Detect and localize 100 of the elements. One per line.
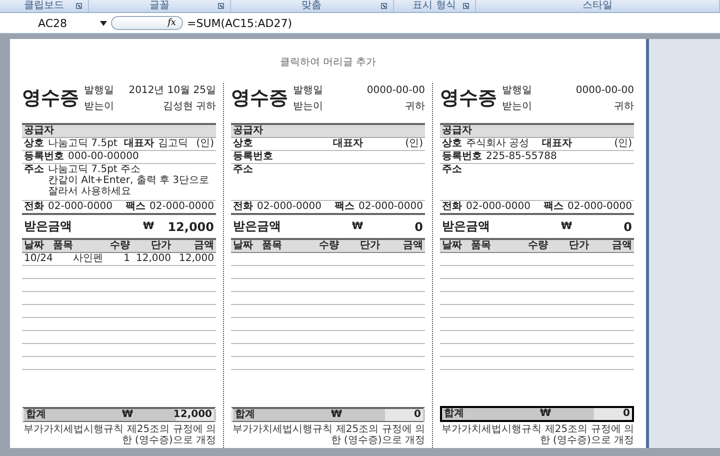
total-row[interactable]: 합계 ₩ 12,000: [22, 407, 216, 422]
amount-label: 받은금액: [24, 218, 73, 235]
header-placeholder[interactable]: 클릭하여 머리글 추가: [280, 55, 376, 69]
amount-label: 받은금액: [442, 218, 491, 235]
field-label: 발행일: [502, 84, 532, 97]
formula-field[interactable]: =SUM(AC15:AD27): [187, 16, 292, 30]
field-label: 발행일: [84, 84, 114, 97]
section-header: 공급자: [22, 123, 216, 138]
field-label: 전화: [24, 201, 44, 213]
amount-value: 12,000: [166, 220, 214, 234]
amount-value: 0: [414, 220, 423, 234]
field-label: 전화: [442, 201, 462, 213]
table-cell-text: 12,000: [135, 253, 171, 265]
issue-date: 0000-00-00: [576, 84, 634, 96]
table-cell-text: 1: [122, 253, 130, 265]
field-label: 받는이: [293, 100, 323, 113]
column-header: 품목: [53, 240, 74, 252]
field-label: 대표자: [542, 138, 572, 150]
phone-number: 02-000-0000: [466, 201, 530, 212]
field-label: 등록번호: [24, 151, 64, 163]
column-header: 수량: [319, 240, 339, 252]
formula-button[interactable]: fx: [111, 16, 183, 30]
ribbon-group-label: 맞춤: [302, 0, 322, 12]
section-header: 공급자: [231, 123, 425, 138]
column-header: 단가: [359, 240, 380, 252]
issue-date: 0000-00-00: [366, 84, 425, 96]
table-cell: 10/24: [24, 253, 50, 265]
seal-mark: (인): [196, 138, 214, 150]
column-header: 날짜: [24, 240, 45, 252]
column-header: 수량: [528, 240, 548, 252]
dropdown-icon[interactable]: [100, 20, 107, 26]
table-cell-text: 12,000: [178, 253, 214, 265]
registration-number: 000-00-00000: [68, 151, 139, 163]
supplier-name: 나눔고딕 7.5pt: [48, 138, 118, 149]
amount-label: 받은금액: [233, 218, 282, 235]
total-row[interactable]: 합계 ₩ 0: [231, 407, 425, 422]
phone-number: 02-000-0000: [257, 201, 322, 212]
field-label: 전화: [233, 201, 253, 213]
amount-value: 0: [622, 220, 632, 234]
field-label: 주소: [233, 164, 253, 176]
field-label: 상호: [24, 138, 44, 150]
field-label: 받는이: [502, 100, 532, 113]
registration-number: 225-85-55788: [486, 151, 557, 163]
fax-number: 02-000-0000: [568, 201, 632, 213]
field-label: 팩스: [126, 201, 146, 213]
recipient-name: 김성현: [162, 100, 193, 113]
column-header: 수량: [110, 240, 130, 252]
column-header: 날짜: [442, 240, 463, 252]
field-label: 대표자: [124, 138, 154, 150]
representative-name: 김고딕: [158, 138, 188, 149]
ribbon-group-label: 글꼴: [149, 0, 170, 12]
honorific: 귀하: [405, 100, 425, 113]
column-header: 단가: [568, 240, 589, 252]
currency-symbol: ₩: [560, 221, 572, 232]
phone-number: 02-000-0000: [48, 201, 112, 212]
currency-symbol: ₩: [142, 221, 154, 232]
field-label: 받는이: [84, 100, 114, 113]
field-label: 등록번호: [233, 151, 273, 163]
ribbon-group-label: 표시 형식: [412, 0, 456, 12]
field-label: 등록번호: [442, 151, 482, 163]
table-cell-text: 사인펜: [72, 253, 104, 265]
currency-symbol: ₩: [352, 221, 363, 232]
field-label: 발행일: [293, 84, 323, 97]
column-header: 금액: [193, 240, 214, 252]
column-header: 금액: [611, 240, 632, 252]
column-header: 품목: [471, 240, 492, 252]
field-label: 주소: [24, 164, 44, 176]
footnote: 부가가치세법시행규칙 제25조의 규정에 의한 (영수증)으로 개정: [232, 423, 425, 448]
dialog-launcher-icon[interactable]: [380, 3, 387, 9]
footnote: 부가가치세법시행규칙 제25조의 규정에 의한 (영수증)으로 개정: [440, 423, 634, 448]
field-label: 대표자: [333, 138, 364, 150]
honorific: 귀하: [196, 100, 216, 113]
ribbon-group-label: 스타일: [582, 0, 612, 12]
column-header: 단가: [150, 240, 171, 252]
issue-date: 2012년 10월 25일: [128, 84, 216, 97]
column-header: 날짜: [233, 240, 254, 252]
supplier-name: 주식회사 공성: [466, 138, 530, 149]
field-label: 팩스: [544, 201, 564, 213]
ribbon-group-label: 클립보드: [24, 0, 64, 12]
column-header: 품목: [262, 240, 283, 252]
dialog-launcher-icon[interactable]: [76, 3, 82, 9]
fax-number: 02-000-0000: [358, 201, 423, 213]
receipt-title: 영수증: [231, 86, 288, 111]
dialog-launcher-icon[interactable]: [218, 3, 224, 9]
column-header: 금액: [402, 240, 423, 252]
receipt-title: 영수증: [22, 86, 79, 111]
fax-number: 02-000-0000: [150, 201, 214, 213]
seal-mark: (인): [614, 138, 632, 150]
field-label: 상호: [442, 138, 462, 150]
address-text: 나눔고딕 7.5pt 주소 칸같이 Alt+Enter, 출력 후 3단으로 잘라서 사용하세요: [48, 164, 210, 197]
name-box[interactable]: AC28: [4, 16, 96, 30]
field-label: 상호: [233, 138, 253, 150]
dialog-launcher-icon[interactable]: [462, 3, 469, 9]
footnote: 부가가치세법시행규칙 제25조의 규정에 의한 (영수증)으로 개정: [22, 423, 216, 448]
total-row[interactable]: 합계 ₩ 0: [440, 406, 634, 422]
honorific: 귀하: [614, 100, 634, 113]
seal-mark: (인): [405, 138, 423, 150]
receipt-title: 영수증: [440, 86, 497, 111]
section-header: 공급자: [440, 123, 634, 138]
field-label: 주소: [442, 164, 462, 176]
